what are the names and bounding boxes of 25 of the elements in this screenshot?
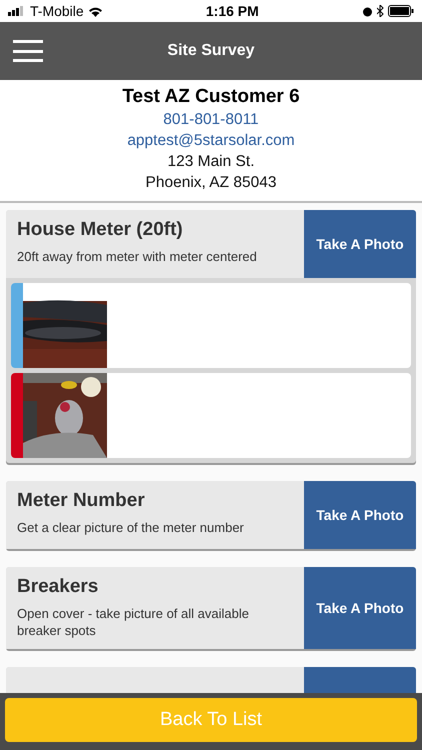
customer-name: Test AZ Customer 6: [122, 86, 300, 108]
clock-time: 1:16 PM: [206, 3, 259, 19]
battery-icon: [388, 5, 414, 17]
wifi-icon: [88, 6, 103, 16]
signal-icon: [8, 6, 26, 16]
card-description: 20ft away from meter with meter centered: [17, 249, 258, 266]
card-description: Open cover - take picture of all available breaker spots: [17, 606, 250, 640]
take-photo-button[interactable]: Take A Photo: [304, 567, 416, 649]
take-photo-button[interactable]: Take A Photo: [304, 210, 416, 278]
card-title: Meter Number: [17, 490, 146, 512]
menu-icon[interactable]: [13, 40, 43, 62]
phone-link[interactable]: 801-801-8011: [163, 111, 259, 129]
street-address: 123 Main St.: [167, 153, 255, 171]
card-description: Get a clear picture of the meter number: [17, 520, 245, 537]
card-title: House Meter (20ft): [17, 219, 184, 241]
carrier-name: T-Mobile: [30, 3, 84, 19]
alarm-icon: [362, 6, 373, 16]
bluetooth-icon: [376, 5, 384, 17]
city-address: Phoenix, AZ 85043: [146, 174, 276, 192]
screen-title: Site Survey: [167, 42, 255, 60]
photo-row[interactable]: [11, 283, 411, 368]
photo-row[interactable]: [11, 373, 411, 458]
email-link[interactable]: apptest@5starsolar.com: [127, 132, 295, 150]
card-title: Breakers: [17, 576, 100, 598]
take-photo-button[interactable]: Take A Photo: [304, 481, 416, 549]
